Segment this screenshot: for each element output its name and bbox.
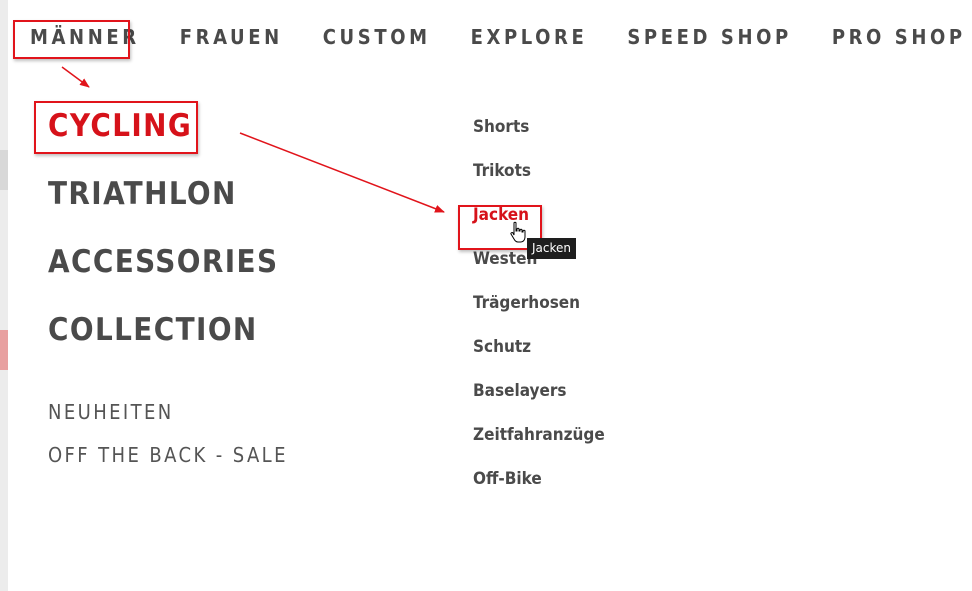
subcategory-schutz[interactable]: Schutz xyxy=(473,337,531,357)
nav-item-pro-shop[interactable]: Pro Shop xyxy=(832,25,966,49)
left-edge-shade xyxy=(0,330,8,370)
subcategory-shorts[interactable]: Shorts xyxy=(473,117,529,137)
nav-item-speed-shop[interactable]: Speed Shop xyxy=(627,25,791,49)
left-edge-shade xyxy=(0,150,8,190)
subcategory-zeitfahranzuege[interactable]: Zeitfahranzüge xyxy=(473,425,605,445)
nav-item-explore[interactable]: Explore xyxy=(471,25,588,49)
link-off-the-back-sale[interactable]: Off the Back - Sale xyxy=(48,443,288,467)
category-triathlon[interactable]: Triathlon xyxy=(48,176,237,212)
tooltip: Jacken xyxy=(527,238,576,259)
subcategory-trikots[interactable]: Trikots xyxy=(473,161,531,181)
subcategory-traegerhosen[interactable]: Trägerhosen xyxy=(473,293,580,313)
main-navigation: Männer Frauen Custom Explore Speed Shop … xyxy=(30,22,972,52)
subcategory-off-bike[interactable]: Off-Bike xyxy=(473,469,542,489)
category-collection[interactable]: Collection xyxy=(48,312,258,348)
subcategory-baselayers[interactable]: Baselayers xyxy=(473,381,566,401)
category-accessories[interactable]: Accessories xyxy=(48,244,278,280)
arrow-to-cycling xyxy=(61,66,90,88)
nav-item-frauen[interactable]: Frauen xyxy=(180,25,283,49)
highlight-box-maenner xyxy=(13,20,130,59)
highlight-box-cycling xyxy=(34,101,198,154)
nav-item-custom[interactable]: Custom xyxy=(323,25,431,49)
link-neuheiten[interactable]: Neuheiten xyxy=(48,400,174,424)
left-edge-strip xyxy=(0,0,8,591)
arrow-to-jacken xyxy=(239,132,445,213)
